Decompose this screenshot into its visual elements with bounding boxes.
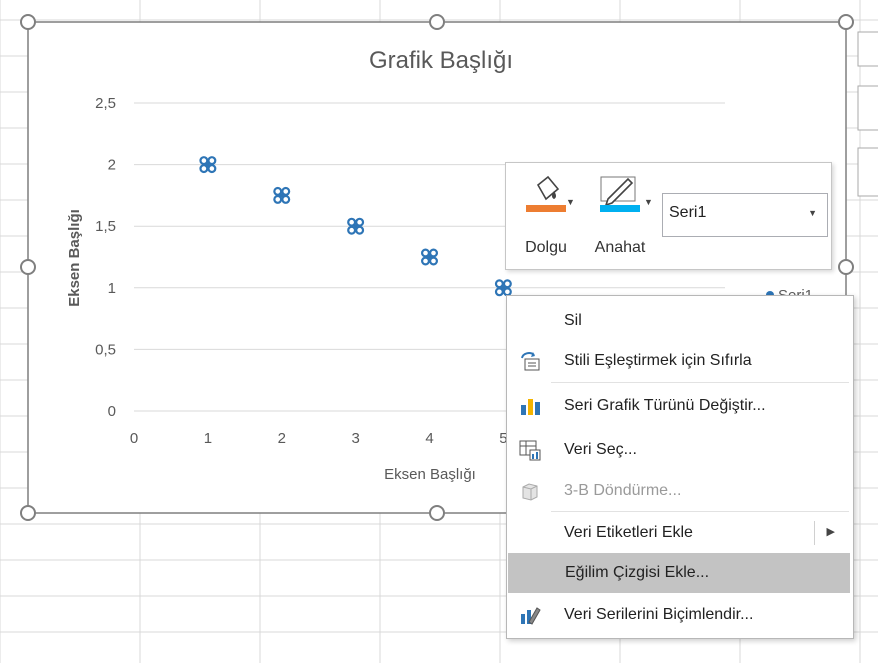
menu-separator <box>551 511 849 512</box>
chevron-down-icon[interactable]: ▼ <box>808 208 817 218</box>
y-axis-title[interactable]: Eksen Başlığı <box>66 209 83 307</box>
marker-center <box>427 255 432 259</box>
menu-item-reset-style[interactable]: Stili Eşleştirmek için Sıfırla <box>507 341 853 381</box>
x-tick-label: 2 <box>278 430 286 447</box>
resize-handle-bottom-middle[interactable] <box>429 505 445 521</box>
series-select-value: Seri1 <box>669 204 707 221</box>
data-point[interactable] <box>273 186 291 204</box>
outline-dropdown-caret[interactable]: ▼ <box>644 197 653 207</box>
menu-item-3d-rotation: 3-B Döndürme... <box>507 471 853 511</box>
data-point[interactable] <box>199 156 217 174</box>
submenu-divider <box>814 521 815 545</box>
y-tick-label: 2,5 <box>95 95 116 112</box>
resize-handle-middle-left[interactable] <box>20 259 36 275</box>
reset-style-icon <box>521 352 540 371</box>
menu-item-label: Veri Seç... <box>564 441 637 458</box>
select-data-icon <box>519 440 541 461</box>
menu-item-label: Veri Etiketleri Ekle <box>564 524 693 541</box>
bar-chart-icon <box>521 399 540 415</box>
x-tick-label: 0 <box>130 430 138 447</box>
menu-item-add-data-labels[interactable]: Veri Etiketleri Ekle ▶ <box>507 513 853 553</box>
3d-rotate-icon <box>522 483 538 501</box>
menu-item-label: Eğilim Çizgisi Ekle... <box>565 564 710 581</box>
marker-center <box>501 285 506 290</box>
paint-bucket-icon <box>526 175 566 212</box>
fill-label: Dolgu <box>525 239 567 256</box>
fill-button[interactable]: ▼ Dolgu <box>516 173 576 261</box>
chart-elements-button[interactable] <box>857 31 878 67</box>
data-point[interactable] <box>420 248 439 266</box>
menu-item-label: Stili Eşleştirmek için Sıfırla <box>564 352 752 369</box>
pen-icon <box>600 176 640 212</box>
menu-item-delete[interactable]: Sil <box>507 301 853 341</box>
series-select[interactable]: Seri1 ▼ <box>662 193 828 237</box>
y-tick-label: 0 <box>108 403 116 420</box>
menu-item-label: Seri Grafik Türünü Değiştir... <box>564 397 766 414</box>
data-point[interactable] <box>347 217 365 235</box>
x-axis-title[interactable]: Eksen Başlığı <box>384 466 476 483</box>
menu-item-add-trendline[interactable]: Eğilim Çizgisi Ekle... <box>508 553 850 593</box>
menu-item-label: Sil <box>564 312 582 329</box>
outline-color-swatch <box>600 205 640 212</box>
resize-handle-top-middle[interactable] <box>429 14 445 30</box>
y-tick-label: 0,5 <box>95 341 116 358</box>
y-tick-label: 1 <box>108 280 116 297</box>
marker-center <box>205 162 210 167</box>
menu-item-select-data[interactable]: Veri Seç... <box>507 430 853 470</box>
format-series-icon <box>521 607 541 625</box>
data-point[interactable] <box>494 279 512 297</box>
resize-handle-top-right[interactable] <box>838 14 854 30</box>
y-tick-label: 1,5 <box>95 218 116 235</box>
marker-center <box>279 193 284 198</box>
outline-label: Anahat <box>594 239 646 256</box>
chart-title[interactable]: Grafik Başlığı <box>369 47 513 74</box>
fill-color-swatch <box>526 205 566 212</box>
menu-item-format-data-series[interactable]: Veri Serilerini Biçimlendir... <box>507 595 853 635</box>
context-menu: Sil Stili Eşleştirmek için Sıfırla Seri … <box>506 295 854 639</box>
chevron-right-icon[interactable]: ▶ <box>827 525 835 538</box>
marker-center <box>353 224 358 229</box>
chart-styles-button[interactable] <box>857 85 878 131</box>
outline-button[interactable]: ▼ Anahat <box>588 173 653 261</box>
menu-item-change-chart-type[interactable]: Seri Grafik Türünü Değiştir... <box>507 386 853 426</box>
menu-item-label: Veri Serilerini Biçimlendir... <box>564 606 754 623</box>
chart-filters-button[interactable] <box>857 147 878 197</box>
format-mini-toolbar: ▼ Dolgu ▼ Anahat Seri1 ▼ <box>505 162 832 270</box>
x-tick-label: 3 <box>351 430 359 447</box>
fill-dropdown-caret[interactable]: ▼ <box>566 197 575 207</box>
resize-handle-top-left[interactable] <box>20 14 36 30</box>
x-tick-label: 1 <box>204 430 212 447</box>
resize-handle-bottom-left[interactable] <box>20 505 36 521</box>
menu-separator <box>551 382 849 383</box>
y-tick-label: 2 <box>108 157 116 174</box>
resize-handle-middle-right[interactable] <box>838 259 854 275</box>
x-tick-label: 4 <box>425 430 433 447</box>
menu-item-label: 3-B Döndürme... <box>564 482 682 499</box>
